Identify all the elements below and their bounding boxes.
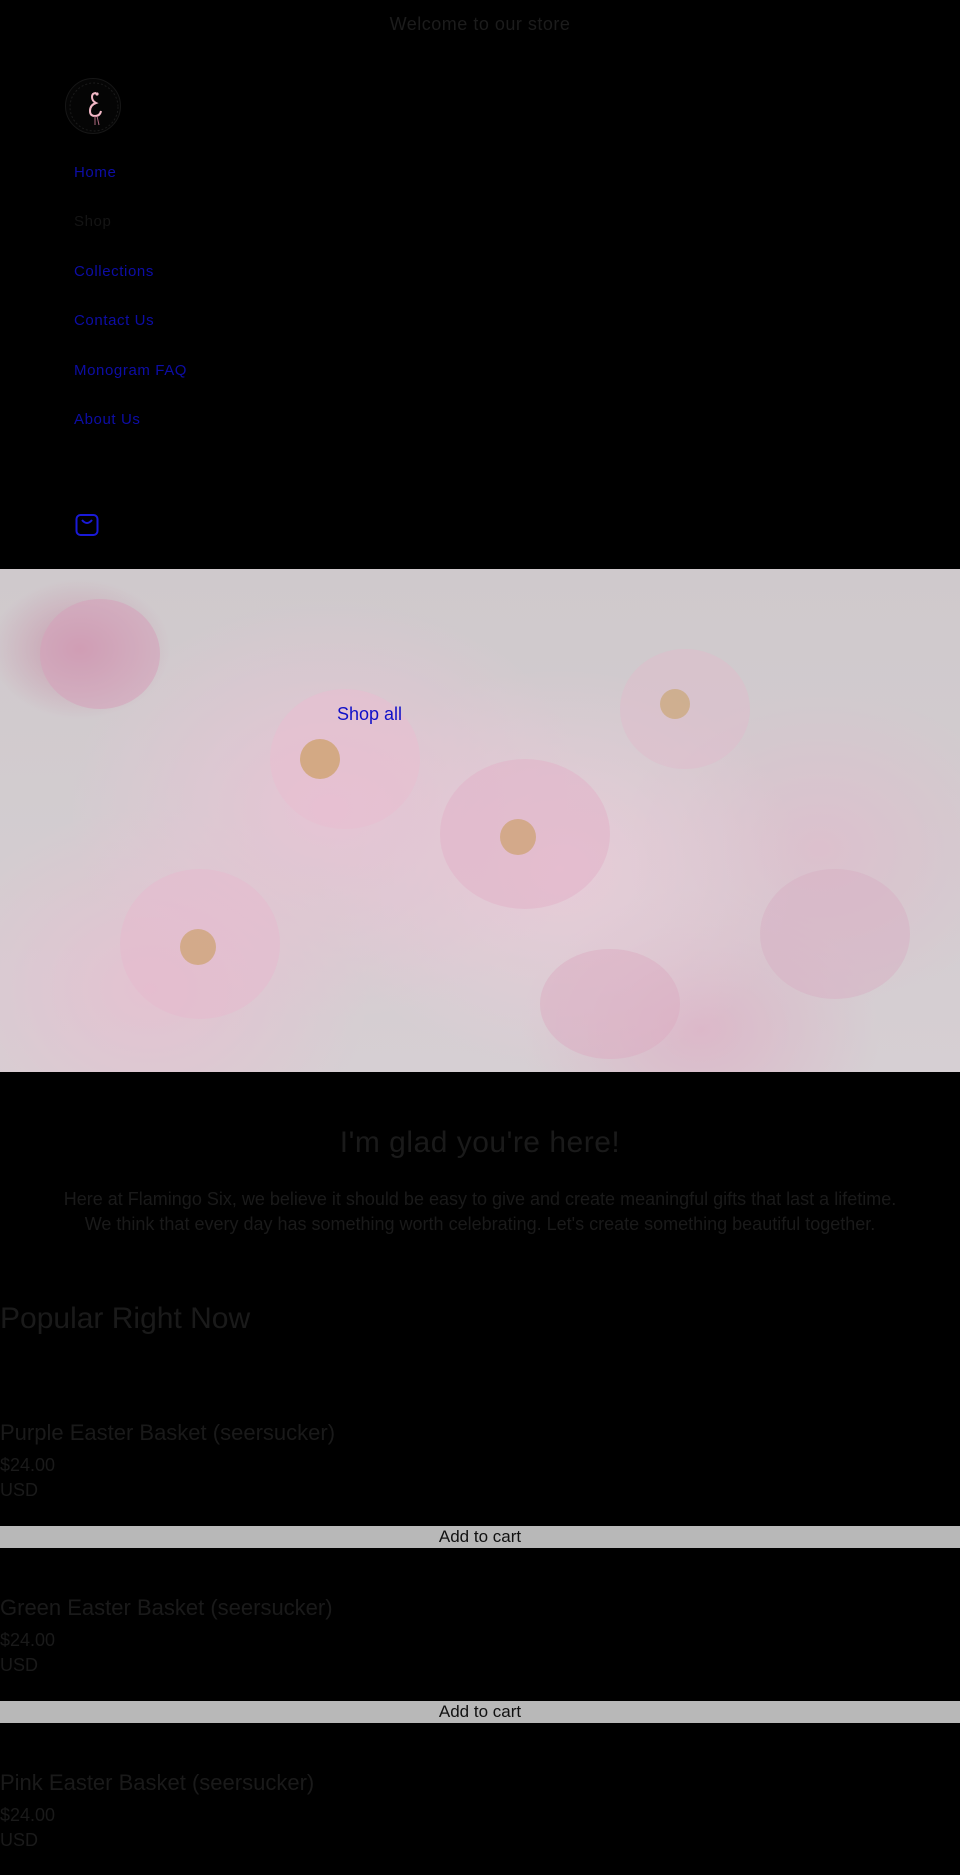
nav-item-about-us[interactable]: About Us — [74, 411, 141, 428]
blossom-center — [300, 739, 340, 779]
price-value: $24.00 — [0, 1630, 56, 1650]
popular-heading: Popular Right Now — [0, 1302, 251, 1335]
nav-item-contact-us[interactable]: Contact Us — [74, 312, 154, 329]
shopping-bag-icon — [75, 514, 99, 536]
add-to-cart-button[interactable]: Add to cart — [0, 1526, 960, 1548]
store-logo[interactable] — [65, 78, 121, 134]
price-currency: USD — [0, 1655, 39, 1675]
welcome-text: Here at Flamingo Six, we believe it shou… — [63, 1189, 897, 1234]
blossom-center — [180, 929, 216, 965]
hero-banner — [0, 569, 960, 1072]
product-title[interactable]: Purple Easter Basket (seersucker) — [0, 1420, 335, 1446]
blossom-image — [760, 869, 910, 999]
price-value: $24.00 — [0, 1455, 56, 1475]
product-price: $24.00 USD — [0, 1628, 55, 1678]
nav-item-home[interactable]: Home — [74, 164, 116, 181]
shop-all-link[interactable]: Shop all — [337, 704, 402, 725]
blossom-center — [500, 819, 536, 855]
flamingo-logo-icon — [69, 82, 119, 132]
product-title[interactable]: Green Easter Basket (seersucker) — [0, 1595, 333, 1621]
welcome-heading: I'm glad you're here! — [339, 1126, 621, 1159]
blossom-image — [540, 949, 680, 1059]
price-currency: USD — [0, 1830, 39, 1850]
nav-item-collections[interactable]: Collections — [74, 263, 154, 280]
nav-item-shop[interactable]: Shop — [74, 213, 111, 230]
product-price: $24.00 USD — [0, 1453, 55, 1503]
blossom-center — [660, 689, 690, 719]
add-to-cart-button[interactable]: Add to cart — [0, 1701, 960, 1723]
cart-button[interactable] — [74, 512, 100, 538]
price-currency: USD — [0, 1480, 39, 1500]
blossom-image — [40, 599, 160, 709]
product-price: $24.00 USD — [0, 1803, 55, 1853]
product-title[interactable]: Pink Easter Basket (seersucker) — [0, 1770, 314, 1796]
announcement-bar: Welcome to our store — [389, 14, 571, 34]
nav-item-monogram-faq[interactable]: Monogram FAQ — [74, 362, 187, 379]
price-value: $24.00 — [0, 1805, 56, 1825]
